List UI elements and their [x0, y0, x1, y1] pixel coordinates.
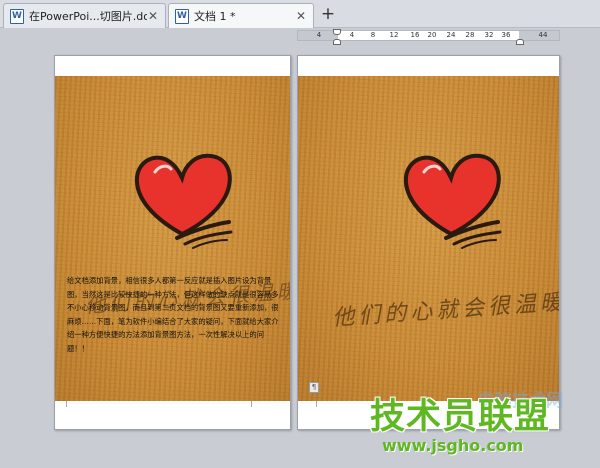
site-watermark: 技术员联盟 www.jsgho.com: [370, 398, 550, 455]
ruler-tick-label: 28: [465, 31, 475, 39]
ruler-tick-label: 16: [410, 31, 420, 39]
ruler-tick-label: 4: [349, 31, 355, 39]
margin-corner-mark: [316, 401, 317, 407]
close-icon[interactable]: ✕: [295, 9, 307, 23]
tab-label: 文档 1 *: [194, 10, 236, 23]
ruler-tick-label: 36: [501, 31, 511, 39]
word-document-icon: [10, 8, 24, 24]
tab-bar: 在PowerPoi...切图片.doc * ✕ 文档 1 * ✕ +: [0, 0, 600, 28]
heart-icon: [403, 153, 502, 249]
heart-icon: [134, 153, 233, 249]
ruler-tick-label: 4: [316, 31, 322, 39]
ruler-tick-label: 32: [484, 31, 494, 39]
tab-label: 在PowerPoi...切图片.doc *: [29, 10, 147, 23]
ruler-tick-label: 24: [446, 31, 456, 39]
ruler-tick-label: 44: [538, 31, 548, 39]
watermark-title: 技术员联盟: [370, 397, 551, 437]
watermark-url: www.jsgho.com: [382, 436, 524, 455]
document-page-2[interactable]: 他们的心就会很温暖 ¶: [297, 55, 560, 430]
word-document-icon: [175, 8, 189, 24]
ruler-tick-label: 8: [370, 31, 376, 39]
margin-corner-mark: [66, 401, 67, 407]
margin-corner-mark: [251, 401, 252, 407]
document-page-1[interactable]: 他们的心就会很温暖 给文档添加背景，相信很多人都第一反应就是插入图片设为背景图，…: [54, 55, 291, 430]
ruler-tick-label: 12: [389, 31, 399, 39]
tab-document-2[interactable]: 文档 1 * ✕: [168, 3, 314, 28]
close-icon[interactable]: ✕: [147, 9, 159, 23]
ruler-tick-label: 20: [427, 31, 437, 39]
new-tab-button[interactable]: +: [318, 4, 338, 24]
paragraph-mark-icon[interactable]: ¶: [309, 382, 319, 393]
first-line-indent-marker[interactable]: [333, 29, 341, 35]
left-indent-marker[interactable]: [333, 39, 341, 45]
body-paragraph[interactable]: 给文档添加背景，相信很多人都第一反应就是插入图片设为背景图，当然这是比较快捷的一…: [67, 274, 279, 356]
tab-document-1[interactable]: 在PowerPoi...切图片.doc * ✕: [3, 3, 166, 28]
right-indent-marker[interactable]: [516, 39, 524, 45]
